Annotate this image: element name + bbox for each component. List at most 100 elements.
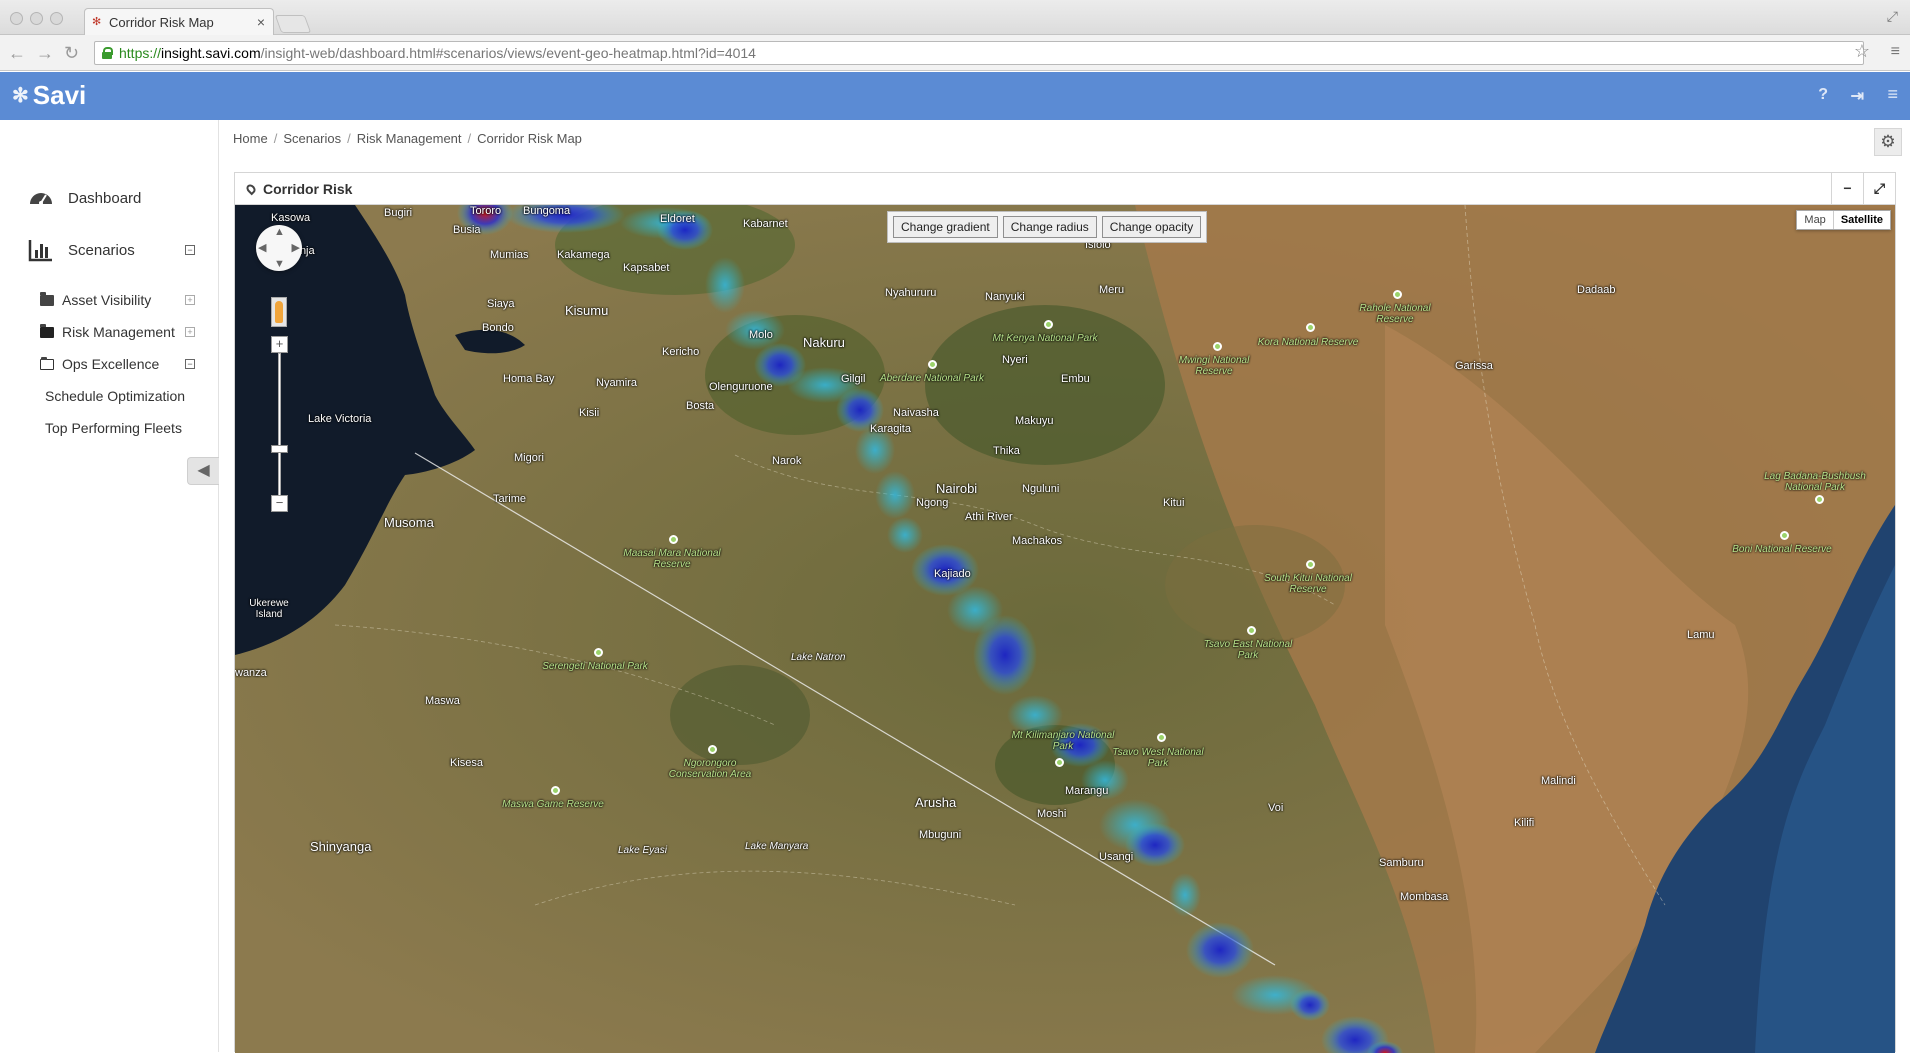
map-label: Olenguruone: [709, 381, 773, 393]
zoom-slider-handle[interactable]: [271, 445, 288, 453]
chrome-menu-icon[interactable]: ≡: [1891, 43, 1900, 61]
map-label: wanza: [235, 667, 267, 679]
sidebar-item-ops-excellence[interactable]: Ops Excellence: [40, 356, 159, 372]
map-label: Embu: [1061, 373, 1090, 385]
map-label: Molo: [749, 329, 773, 341]
panel-maximize-button[interactable]: ⤢: [1863, 173, 1895, 205]
panel-minimize-button[interactable]: −: [1831, 173, 1863, 205]
pan-left-icon[interactable]: ◀: [258, 241, 266, 254]
park-marker-icon[interactable]: [1213, 342, 1222, 351]
pan-control[interactable]: ▲ ◀ ▶ ▼: [256, 225, 302, 271]
reload-icon[interactable]: ↻: [64, 43, 79, 64]
pan-down-icon[interactable]: ▼: [274, 258, 285, 270]
window-close-button[interactable]: [10, 12, 23, 25]
change-gradient-button[interactable]: Change gradient: [893, 216, 998, 238]
map-label: Tororo: [470, 205, 502, 217]
browser-tab[interactable]: ✻ Corridor Risk Map ×: [84, 8, 274, 35]
pan-right-icon[interactable]: ▶: [292, 241, 300, 254]
map-label: Lake Victoria: [308, 413, 372, 425]
park-label: Aberdare National Park: [880, 373, 984, 384]
map-label: Kabarnet: [743, 218, 788, 230]
bookmark-star-icon[interactable]: ☆: [1854, 41, 1870, 62]
zoom-slider-track[interactable]: [278, 353, 281, 496]
park-marker-icon[interactable]: [1815, 495, 1824, 504]
sidebar-item-scenarios[interactable]: Scenarios: [28, 238, 135, 262]
map-label: Kitui: [1163, 497, 1185, 509]
map-label: Machakos: [1012, 535, 1063, 547]
map-type-map-button[interactable]: Map: [1797, 211, 1833, 229]
street-view-pegman-icon[interactable]: [271, 297, 287, 327]
sidebar-collapse-button[interactable]: ◀: [187, 457, 219, 485]
breadcrumb: Home / Scenarios / Risk Management / Cor…: [233, 131, 582, 146]
new-tab-button[interactable]: [274, 15, 312, 33]
park-marker-icon[interactable]: [1157, 733, 1166, 742]
settings-gear-button[interactable]: ⚙: [1874, 128, 1902, 156]
sidebar-item-top-performing-fleets[interactable]: Top Performing Fleets: [45, 420, 182, 436]
savi-logo-icon: ✻: [12, 85, 29, 107]
park-marker-icon[interactable]: [928, 360, 937, 369]
map-type-satellite-button[interactable]: Satellite: [1832, 211, 1890, 229]
pan-up-icon[interactable]: ▲: [274, 226, 285, 238]
park-marker-icon[interactable]: [1393, 290, 1402, 299]
sidebar-item-label: Dashboard: [68, 189, 142, 207]
address-bar[interactable]: https://insight.savi.com/insight-web/das…: [94, 41, 1864, 65]
help-icon[interactable]: ?: [1818, 86, 1828, 104]
folder-icon: [40, 291, 54, 306]
asset-visibility-expand-toggle[interactable]: +: [185, 295, 195, 305]
park-marker-icon[interactable]: [708, 745, 717, 754]
window-minimize-button[interactable]: [30, 12, 43, 25]
map-label: Lake Manyara: [745, 841, 809, 852]
map-label: Maswa: [425, 695, 460, 707]
map-label: Nakuru: [803, 335, 845, 350]
zoom-in-button[interactable]: +: [271, 336, 288, 353]
sidebar-item-dashboard[interactable]: Dashboard: [28, 186, 141, 210]
savi-logo[interactable]: ✻ Savi: [12, 80, 86, 111]
map-label: Mbuguni: [919, 829, 962, 841]
sidebar-item-schedule-optimization[interactable]: Schedule Optimization: [45, 388, 185, 404]
breadcrumb-scenarios[interactable]: Scenarios: [283, 131, 341, 146]
park-marker-icon[interactable]: [1055, 758, 1064, 767]
menu-icon[interactable]: ≡: [1887, 84, 1898, 105]
breadcrumb-home[interactable]: Home: [233, 131, 268, 146]
change-radius-button[interactable]: Change radius: [1002, 216, 1097, 238]
park-marker-icon[interactable]: [1247, 626, 1256, 635]
scenarios-collapse-toggle[interactable]: −: [185, 245, 195, 255]
map-label: Eldoret: [660, 213, 695, 225]
sidebar-item-risk-management[interactable]: Risk Management: [40, 323, 175, 340]
breadcrumb-risk-management[interactable]: Risk Management: [357, 131, 462, 146]
heatmap-map[interactable]: Kasowa Bugiri Tororo Bungoma Eldoret Kab…: [235, 205, 1895, 1053]
fullscreen-icon[interactable]: ⤢: [1887, 8, 1898, 25]
zoom-out-button[interactable]: −: [271, 495, 288, 512]
map-label: Nguluni: [1022, 483, 1060, 495]
map-label: Narok: [772, 455, 802, 467]
park-marker-icon[interactable]: [1306, 560, 1315, 569]
ops-excellence-collapse-toggle[interactable]: −: [185, 359, 195, 369]
park-label: Boni National Reserve: [1732, 544, 1832, 555]
park-marker-icon[interactable]: [669, 535, 678, 544]
window-zoom-button[interactable]: [50, 12, 63, 25]
park-marker-icon[interactable]: [594, 648, 603, 657]
park-marker-icon[interactable]: [1044, 320, 1053, 329]
map-label: Kisesa: [450, 757, 484, 769]
park-marker-icon[interactable]: [551, 786, 560, 795]
logout-icon[interactable]: ⇥: [1851, 86, 1864, 106]
park-marker-icon[interactable]: [1780, 531, 1789, 540]
sidebar-item-asset-visibility[interactable]: Asset Visibility: [40, 291, 152, 308]
folder-open-icon: [40, 356, 54, 370]
sidebar-item-label: Asset Visibility: [62, 292, 152, 308]
browser-toolbar: ← → ↻ https://insight.savi.com/insight-w…: [0, 35, 1910, 71]
back-arrow-icon[interactable]: ←: [8, 43, 26, 64]
park-marker-icon[interactable]: [1306, 323, 1315, 332]
tab-title: Corridor Risk Map: [109, 15, 214, 30]
tab-close-icon[interactable]: ×: [257, 14, 265, 30]
dashboard-gauge-icon: [30, 193, 52, 205]
park-label: Kora National Reserve: [1257, 337, 1359, 348]
map-label: Nyeri: [1002, 354, 1028, 366]
heatmap-controls: Change gradient Change radius Change opa…: [887, 211, 1208, 243]
forward-arrow-icon[interactable]: →: [36, 43, 54, 64]
map-label: Migori: [514, 452, 544, 464]
risk-management-expand-toggle[interactable]: +: [185, 327, 195, 337]
brand-name: Savi: [32, 80, 87, 110]
change-opacity-button[interactable]: Change opacity: [1101, 216, 1202, 238]
breadcrumb-separator: /: [273, 131, 278, 146]
